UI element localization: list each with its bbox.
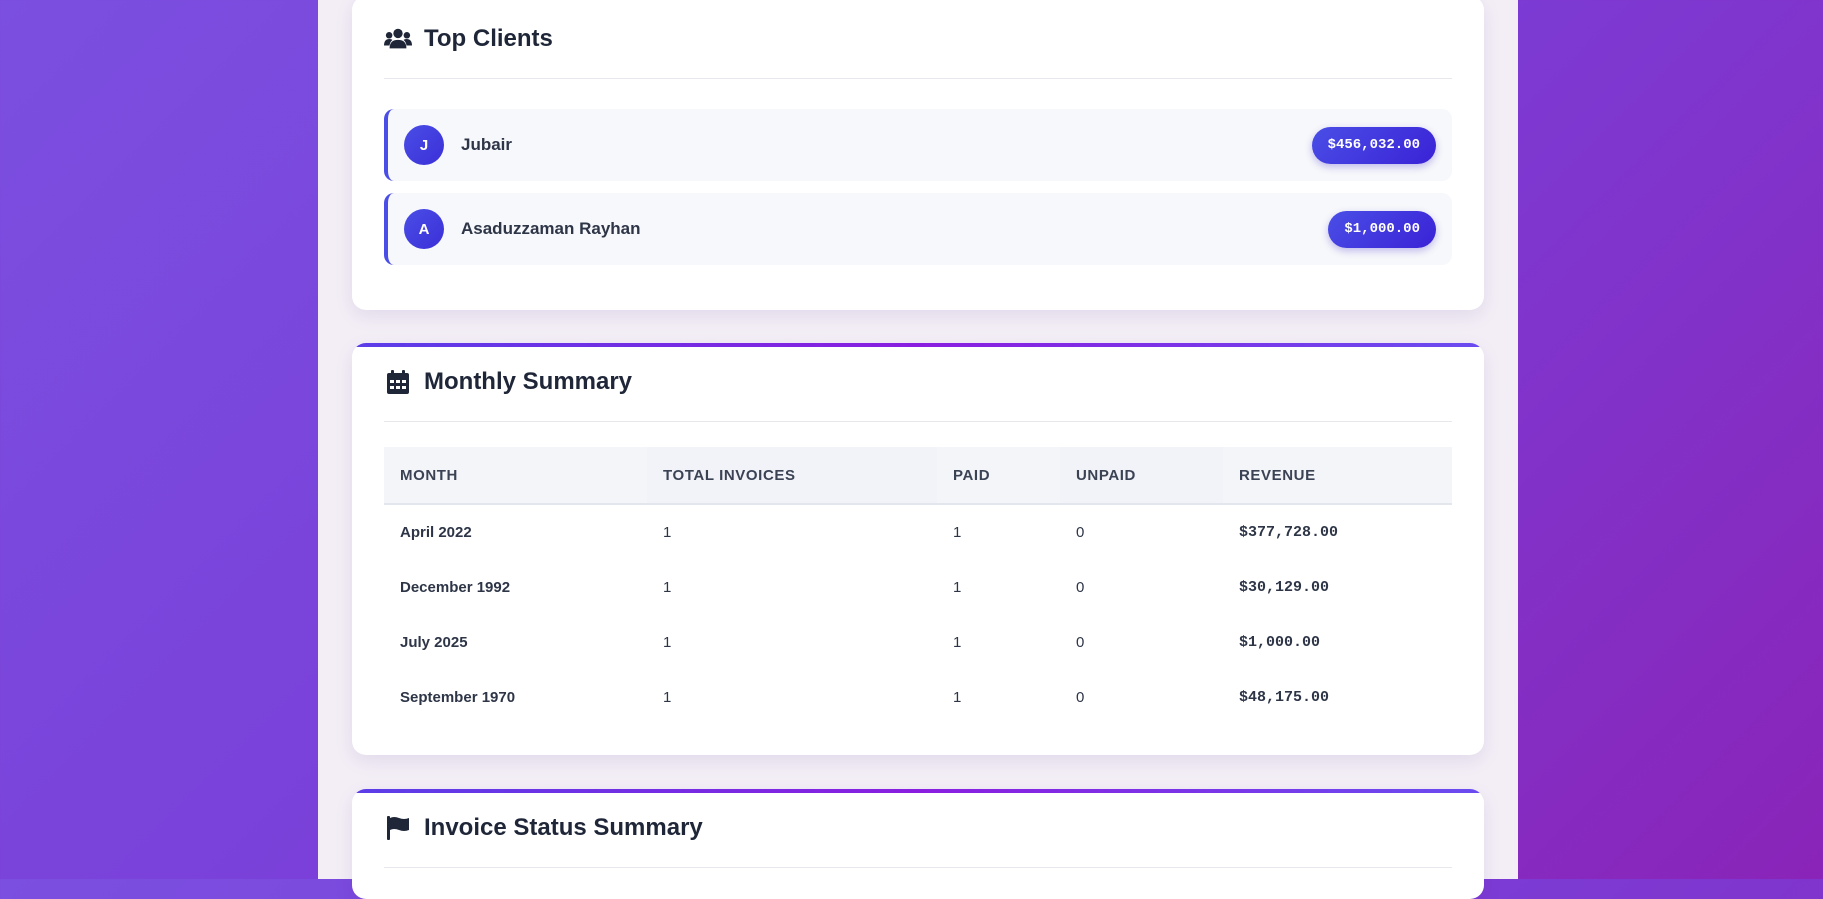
month-cell: September 1970 — [400, 689, 516, 706]
monthly-summary-title: Monthly Summary — [424, 368, 633, 395]
table-row[interactable]: September 1970 1 1 0 $48,175.00 — [384, 670, 1452, 725]
revenue-cell: $1,000.00 — [1239, 634, 1321, 651]
unpaid-cell: 0 — [1076, 524, 1085, 541]
invoice-status-header: Invoice Status Summary — [384, 789, 1452, 868]
monthly-summary-table: MONTH TOTAL INVOICES PAID UNPAID REVENUE… — [384, 447, 1452, 725]
total-invoices-cell: 1 — [663, 634, 672, 651]
paid-cell: 1 — [953, 524, 962, 541]
unpaid-cell: 0 — [1076, 579, 1085, 596]
total-invoices-cell: 1 — [663, 579, 672, 596]
client-name: Asaduzzaman Rayhan — [461, 219, 641, 238]
table-row[interactable]: July 2025 1 1 0 $1,000.00 — [384, 615, 1452, 670]
column-header-unpaid[interactable]: UNPAID — [1060, 447, 1223, 505]
avatar: A — [404, 209, 444, 249]
client-name: Jubair — [461, 135, 513, 154]
table-row[interactable]: April 2022 1 1 0 $377,728.00 — [384, 504, 1452, 560]
invoice-status-card: Invoice Status Summary — [352, 789, 1484, 899]
client-row[interactable]: A Asaduzzaman Rayhan $1,000.00 — [384, 193, 1452, 265]
avatar: J — [404, 125, 444, 165]
client-amount-badge: $456,032.00 — [1311, 126, 1436, 164]
calendar-icon — [384, 368, 412, 396]
table-row[interactable]: December 1992 1 1 0 $30,129.00 — [384, 560, 1452, 615]
month-cell: July 2025 — [400, 634, 468, 651]
page-column: Top Clients J Jubair $456,032.00 A Asadu… — [318, 0, 1518, 899]
invoice-status-title: Invoice Status Summary — [424, 814, 703, 841]
table-header-row: MONTH TOTAL INVOICES PAID UNPAID REVENUE — [384, 447, 1452, 505]
client-row[interactable]: J Jubair $456,032.00 — [384, 109, 1452, 181]
month-cell: December 1992 — [400, 579, 511, 596]
monthly-summary-header: Monthly Summary — [384, 343, 1452, 422]
column-header-paid[interactable]: PAID — [937, 447, 1060, 505]
revenue-cell: $48,175.00 — [1239, 689, 1330, 706]
top-clients-header: Top Clients — [384, 0, 1452, 79]
total-invoices-cell: 1 — [663, 524, 672, 541]
top-clients-card: Top Clients J Jubair $456,032.00 A Asadu… — [352, 0, 1484, 310]
revenue-cell: $30,129.00 — [1239, 579, 1330, 596]
paid-cell: 1 — [953, 634, 962, 651]
monthly-summary-card: Monthly Summary MONTH TOTAL INVOICES PAI… — [352, 343, 1484, 755]
unpaid-cell: 0 — [1076, 634, 1085, 651]
paid-cell: 1 — [953, 579, 962, 596]
column-header-total-invoices[interactable]: TOTAL INVOICES — [647, 447, 937, 505]
paid-cell: 1 — [953, 689, 962, 706]
top-clients-title: Top Clients — [424, 25, 553, 52]
total-invoices-cell: 1 — [663, 689, 672, 706]
revenue-cell: $377,728.00 — [1239, 524, 1339, 541]
flag-icon — [384, 814, 412, 842]
users-icon — [384, 25, 412, 53]
column-header-revenue[interactable]: REVENUE — [1223, 447, 1452, 505]
client-amount-badge: $1,000.00 — [1328, 210, 1436, 248]
month-cell: April 2022 — [400, 524, 472, 541]
unpaid-cell: 0 — [1076, 689, 1085, 706]
column-header-month[interactable]: MONTH — [384, 447, 647, 505]
